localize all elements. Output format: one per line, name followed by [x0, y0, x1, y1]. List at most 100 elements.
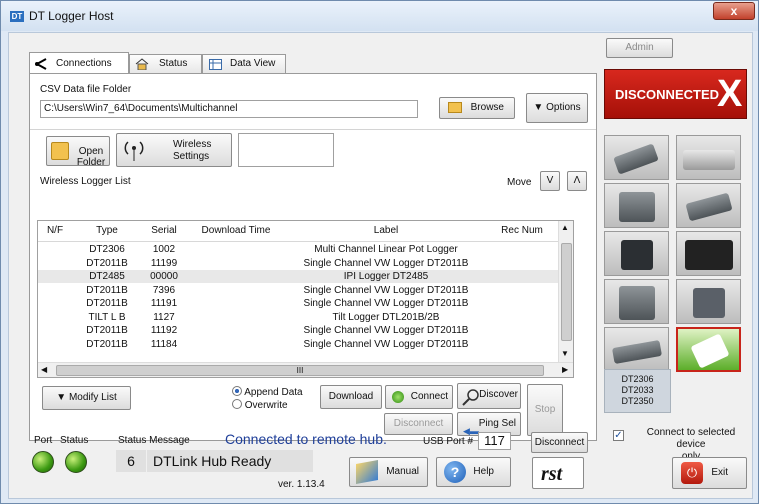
column-header[interactable]: Type — [72, 225, 142, 236]
device-gallery — [604, 135, 749, 373]
browse-button[interactable]: Browse — [439, 97, 515, 119]
column-header[interactable]: Rec Num — [486, 225, 558, 236]
close-button[interactable]: x — [713, 2, 755, 20]
move-label: Move — [507, 177, 532, 188]
usb-port-field[interactable]: 117 — [478, 432, 511, 450]
options-label: Options — [546, 102, 581, 113]
append-data-radio[interactable]: Append Data — [232, 386, 303, 398]
csv-path-field[interactable]: C:\Users\Win7_64\Documents\Multichannel — [40, 100, 418, 118]
scroll-right-icon[interactable]: ▶ — [562, 365, 568, 374]
help-icon: ? — [444, 461, 466, 483]
vertical-scrollbar[interactable]: ▲ ▼ — [558, 221, 573, 362]
device-list-item: DT2350 — [621, 396, 654, 406]
scroll-thumb[interactable] — [561, 243, 572, 341]
column-header[interactable]: Download Time — [186, 225, 286, 236]
device-thumb-2[interactable] — [676, 135, 741, 180]
modify-list-button[interactable]: ▼ Modify List — [42, 386, 131, 410]
disconnect-button-disabled[interactable]: Disconnect — [384, 413, 453, 435]
device-thumb-1[interactable] — [604, 135, 669, 180]
table-cell-type: DT2011B — [86, 338, 128, 350]
tab-connections[interactable]: Connections — [29, 52, 129, 73]
discover-label: Discover — [479, 389, 518, 400]
connect-button[interactable]: Connect — [385, 385, 453, 409]
device-thumb-4[interactable] — [676, 183, 741, 228]
device-thumb-9[interactable] — [604, 327, 669, 372]
column-header[interactable]: Serial — [142, 225, 186, 236]
device-thumb-7[interactable] — [604, 279, 669, 324]
tab-data-view[interactable]: Data View — [202, 54, 286, 74]
wireless-settings-button[interactable]: Wireless Settings — [116, 133, 232, 167]
port-label: Port — [34, 435, 53, 446]
column-header[interactable]: Label — [286, 225, 486, 236]
connect-label: Connect — [410, 391, 448, 402]
table-cell-label: Single Channel VW Logger DT2011B — [303, 298, 469, 309]
status-label: Status — [60, 435, 89, 446]
overwrite-radio[interactable]: Overwrite — [232, 399, 288, 411]
move-up-button[interactable]: Λ — [567, 171, 587, 191]
table-cell-serial: 00000 — [150, 271, 178, 282]
table-row[interactable]: DT2011B 11199 Single Channel VW Logger DT2… — [38, 257, 558, 270]
logger-device-icon — [685, 192, 733, 222]
scroll-up-icon[interactable]: ▲ — [561, 223, 569, 232]
table-cell-serial: 7396 — [152, 284, 176, 296]
open-folder-button[interactable]: Open Folder — [46, 136, 110, 168]
connections-icon — [34, 58, 47, 70]
device-thumb-3[interactable] — [604, 183, 669, 228]
admin-button[interactable]: Admin — [606, 38, 673, 58]
table-row[interactable]: DT2011B 11192 Single Channel VW Logger DT2… — [38, 324, 558, 337]
disconnect-button[interactable]: Disconnect — [531, 432, 588, 453]
table-row[interactable]: DT2306 1002 Multi Channel Linear Pot Logge… — [38, 243, 558, 256]
table-cell-label: IPI Logger DT2485 — [343, 271, 429, 282]
disconnected-label: DISCONNECTED — [615, 87, 720, 102]
device-thumb-6[interactable] — [676, 231, 741, 276]
logger-device-icon — [683, 150, 735, 170]
logger-device-icon — [619, 192, 655, 222]
device-thumb-8[interactable] — [676, 279, 741, 324]
scroll-thumb[interactable]: III — [56, 365, 544, 376]
table-cell-label: Single Channel VW Logger DT2011B — [303, 338, 469, 350]
help-button[interactable]: ? Help — [436, 457, 511, 487]
wireless-settings-label: Wireless — [173, 139, 212, 150]
status-code: 6 — [116, 450, 146, 472]
table-cell-type: TILT L B — [88, 311, 126, 323]
scroll-down-icon[interactable]: ▼ — [561, 349, 569, 358]
table-row[interactable]: DT2485 00000 IPI Logger DT2485 — [38, 270, 558, 283]
table-row[interactable]: TILT L B 1127 Tilt Logger DTL201B/2B — [38, 311, 558, 324]
connect-only-checkbox[interactable]: ✓ — [613, 430, 624, 441]
list-header: N/F Type Serial Download Time Label Rec … — [38, 221, 558, 242]
modify-list-label: Modify List — [68, 392, 117, 403]
scroll-left-icon[interactable]: ◀ — [41, 365, 47, 374]
column-header[interactable]: N/F — [38, 225, 72, 236]
table-row[interactable]: DT2011B 11184 Single Channel VW Logger DT2… — [38, 338, 558, 351]
rst-logo-button[interactable]: rst — [532, 457, 584, 489]
table-cell-label: Multi Channel Linear Pot Logger — [314, 244, 458, 255]
dropdown-triangle-icon: ▼ — [533, 102, 547, 113]
logger-list[interactable]: N/F Type Serial Download Time Label Rec … — [37, 220, 574, 378]
table-cell-serial: 1002 — [152, 244, 176, 255]
table-row[interactable]: DT2011B 7396 Single Channel VW Logger DT20… — [38, 284, 558, 297]
table-row[interactable]: DT2011B 11191 Single Channel VW Logger DT2… — [38, 297, 558, 310]
tab-status[interactable]: Status — [129, 54, 202, 74]
device-thumb-10-selected[interactable] — [676, 327, 741, 372]
table-cell-type: DT2011B — [86, 257, 128, 269]
device-list-item: DT2033 — [621, 385, 654, 395]
table-cell-label: Single Channel VW Logger DT2011B — [303, 325, 469, 336]
logger-device-icon — [621, 240, 653, 270]
device-thumb-5[interactable] — [604, 231, 669, 276]
options-button[interactable]: ▼ Options — [526, 93, 588, 123]
ping-sel-label: Ping Sel — [478, 418, 516, 429]
device-list-item: DT2306 — [621, 374, 654, 384]
stop-button-disabled[interactable]: Stop — [527, 384, 563, 436]
port-led — [32, 451, 54, 473]
move-down-button[interactable]: V — [540, 171, 560, 191]
discover-button[interactable]: Discover — [457, 383, 521, 409]
download-button[interactable]: Download — [320, 385, 382, 409]
exit-button[interactable]: ⏻ Exit — [672, 457, 747, 489]
manual-button[interactable]: Manual — [349, 457, 428, 487]
table-cell-type: DT2011B — [86, 298, 128, 309]
usb-port-label: USB Port # — [423, 436, 474, 447]
divider — [30, 129, 596, 130]
horizontal-scrollbar[interactable]: ◀ III ▶ — [38, 362, 573, 377]
app-window: DT DT Logger Host x Connections Status D… — [0, 0, 759, 504]
browse-label: Browse — [470, 102, 504, 113]
